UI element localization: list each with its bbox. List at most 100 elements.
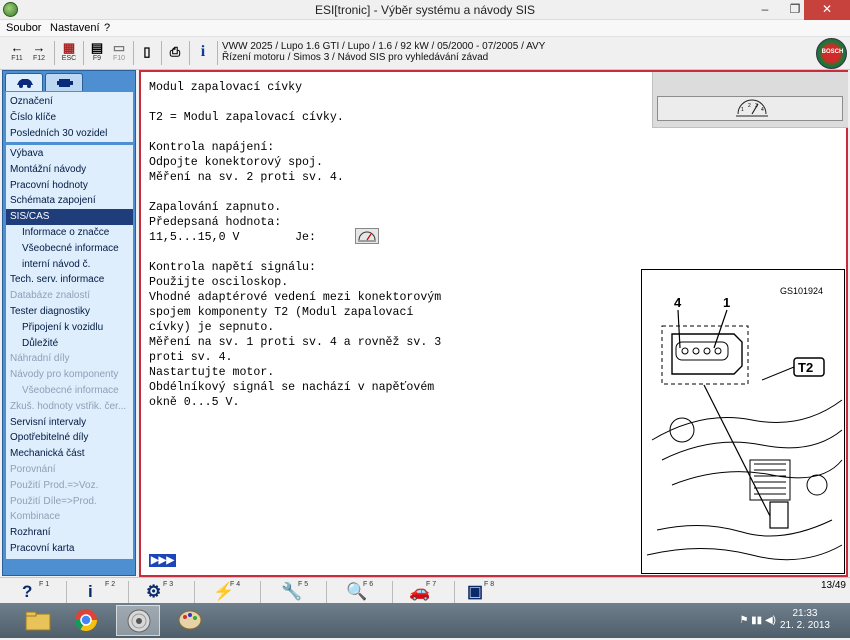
sidebar-item[interactable]: Porovnání xyxy=(6,462,133,478)
sidebar-item[interactable]: Kombinace xyxy=(6,509,133,525)
minimize-button[interactable]: – xyxy=(752,0,778,20)
function-key-4[interactable]: ⚡ F 4 xyxy=(213,581,253,601)
sidebar-item[interactable]: Všeobecné informace xyxy=(6,383,133,399)
instruction-line: Předepsaná hodnota: xyxy=(149,216,282,229)
sidebar-item[interactable]: Tester diagnostiky xyxy=(6,304,133,320)
sidebar-item[interactable]: Návody pro komponenty xyxy=(6,367,133,383)
multimeter-icon: 12 34 xyxy=(736,99,768,117)
fkey-separator xyxy=(260,581,261,603)
forward-button[interactable]: → F12 xyxy=(28,40,50,66)
connector-drawing: 4 1 T2 xyxy=(646,295,843,561)
menu-nastaveni[interactable]: Nastavení xyxy=(50,22,100,34)
sidebar-item[interactable]: Všeobecné informace xyxy=(6,241,133,257)
function-key-icon: ▣ xyxy=(467,582,484,601)
chrome-icon xyxy=(75,609,97,631)
tab-engine[interactable] xyxy=(45,73,83,91)
sidebar-item[interactable]: Důležité xyxy=(6,336,133,352)
sidebar-item[interactable]: Pracovní hodnoty xyxy=(6,178,133,194)
document-icon: ▯ xyxy=(143,44,151,59)
tab-vehicle[interactable] xyxy=(5,73,43,91)
instruction-line: Odpojte konektorový spoj. xyxy=(149,156,323,169)
sidebar: Označení Číslo klíče Posledních 30 vozidel… xyxy=(2,70,136,576)
list-icon: ▤ xyxy=(90,40,104,55)
fkey-separator xyxy=(392,581,393,603)
sidebar-item[interactable]: interní návod č. xyxy=(6,257,133,273)
back-button[interactable]: ← F11 xyxy=(6,40,28,66)
pin-1-label: 1 xyxy=(723,295,730,310)
instruction-line: Vhodné adaptérové vedení mezi konektorov… xyxy=(149,291,442,304)
menu-help[interactable]: ? xyxy=(104,22,110,34)
toolbar-separator xyxy=(54,41,55,65)
function-key-7[interactable]: 🚗 F 7 xyxy=(409,581,449,601)
f9-button[interactable]: ▤ F9 xyxy=(86,40,108,66)
sidebar-item[interactable]: Servisní intervaly xyxy=(6,415,133,431)
esitronic-task[interactable] xyxy=(116,605,160,636)
system-line: Řízení motoru / Simos 3 / Návod SIS pro … xyxy=(222,52,489,63)
sidebar-item[interactable]: Rozhraní xyxy=(6,525,133,541)
file-explorer-task[interactable] xyxy=(16,605,60,636)
sidebar-item[interactable]: Schémata zapojení xyxy=(6,193,133,209)
clock[interactable]: 21:33 21. 2. 2013 xyxy=(780,608,830,632)
sidebar-item[interactable]: Zkuš. hodnoty vstřik. čer... xyxy=(6,399,133,415)
function-key-bar: 13/49 ? F 1 iF 2 ⚙ F 3 ⚡ F 4 🔧 F 5 🔍 F 6 🚗 F 7 ▣ F 8 xyxy=(0,577,850,603)
sidebar-item[interactable]: Připojení k vozidlu xyxy=(6,320,133,336)
arrow-right-icon: → xyxy=(32,40,46,55)
function-key-1[interactable]: ? F 1 xyxy=(22,581,62,601)
menu-soubor[interactable]: Soubor xyxy=(6,22,41,34)
function-key-6[interactable]: 🔍 F 6 xyxy=(346,581,386,601)
function-key-5[interactable]: 🔧 F 5 xyxy=(281,581,321,601)
measure-button[interactable] xyxy=(355,228,379,244)
sidebar-item[interactable]: Informace o značce xyxy=(6,225,133,241)
printer-icon: ⎙ xyxy=(169,44,181,59)
sidebar-item[interactable]: Výbava xyxy=(6,146,133,162)
function-key-icon: ? xyxy=(22,582,33,601)
menu-bar: Soubor Nastavení ? xyxy=(0,20,850,37)
component-diagram: GS101924 4 1 T2 xyxy=(641,269,845,574)
document-button[interactable]: ▯ xyxy=(136,40,158,66)
instruction-line: Zapalování zapnuto. xyxy=(149,201,282,214)
sidebar-item[interactable]: Databáze znalostí xyxy=(6,288,133,304)
title-bar: ESI[tronic] - Výběr systému a návody SIS… xyxy=(0,0,850,20)
paint-task[interactable] xyxy=(168,605,212,636)
next-page-button[interactable]: ▶▶▶ xyxy=(149,554,176,567)
compare-icon: ▭ xyxy=(112,40,126,55)
meter-icon xyxy=(358,231,376,242)
chrome-task[interactable] xyxy=(64,605,108,636)
page-counter: 13/49 xyxy=(820,580,846,591)
palette-icon xyxy=(178,610,202,630)
sidebar-item[interactable]: Tech. serv. informace xyxy=(6,272,133,288)
f10-button[interactable]: ▭ F10 xyxy=(108,40,130,66)
close-button[interactable]: ✕ xyxy=(804,0,850,20)
escape-button[interactable]: ▦ ESC xyxy=(58,40,80,66)
toolbar-separator xyxy=(133,41,134,65)
sidebar-tabs xyxy=(5,73,85,91)
tray-icons[interactable]: ⚑ ▮▮ ◀) xyxy=(739,615,776,626)
sidebar-item[interactable]: Opotřebitelné díly xyxy=(6,430,133,446)
info-button[interactable]: i xyxy=(192,40,214,66)
sidebar-item[interactable]: Náhradní díly xyxy=(6,351,133,367)
multimeter-button[interactable]: 1234 xyxy=(657,96,843,121)
function-key-icon: i xyxy=(88,582,93,601)
fkey-separator xyxy=(326,581,327,603)
function-key-8[interactable]: ▣ F 8 xyxy=(467,581,507,601)
pin-4-label: 4 xyxy=(674,295,682,310)
sidebar-item[interactable]: Montážní návody xyxy=(6,162,133,178)
instruction-line: 11,5...15,0 V Je: V xyxy=(149,231,365,244)
instruction-line xyxy=(149,185,441,200)
sidebar-item[interactable]: Pracovní karta xyxy=(6,541,133,557)
sidebar-item[interactable]: Mechanická část xyxy=(6,446,133,462)
sidebar-item[interactable]: Číslo klíče xyxy=(6,110,133,126)
sidebar-item[interactable]: Označení xyxy=(6,94,133,110)
sidebar-item[interactable]: Použití Prod.=>Voz. xyxy=(6,478,133,494)
print-button[interactable]: ⎙ xyxy=(164,40,186,66)
folder-icon xyxy=(25,611,51,631)
sidebar-item[interactable]: Použití Díle=>Prod. xyxy=(6,494,133,510)
engine-icon xyxy=(57,79,73,87)
instruction-line: Měření na sv. 2 proti sv. 4. xyxy=(149,171,344,184)
sidebar-group-functions: Výbava Montážní návody Pracovní hodnoty Sch… xyxy=(6,145,133,559)
sidebar-item[interactable]: SIS/CAS xyxy=(6,209,133,225)
svg-text:4: 4 xyxy=(761,107,764,113)
function-key-3[interactable]: ⚙ F 3 xyxy=(146,581,186,601)
sidebar-item[interactable]: Posledních 30 vozidel xyxy=(6,126,133,142)
function-key-2[interactable]: iF 2 xyxy=(88,581,128,601)
